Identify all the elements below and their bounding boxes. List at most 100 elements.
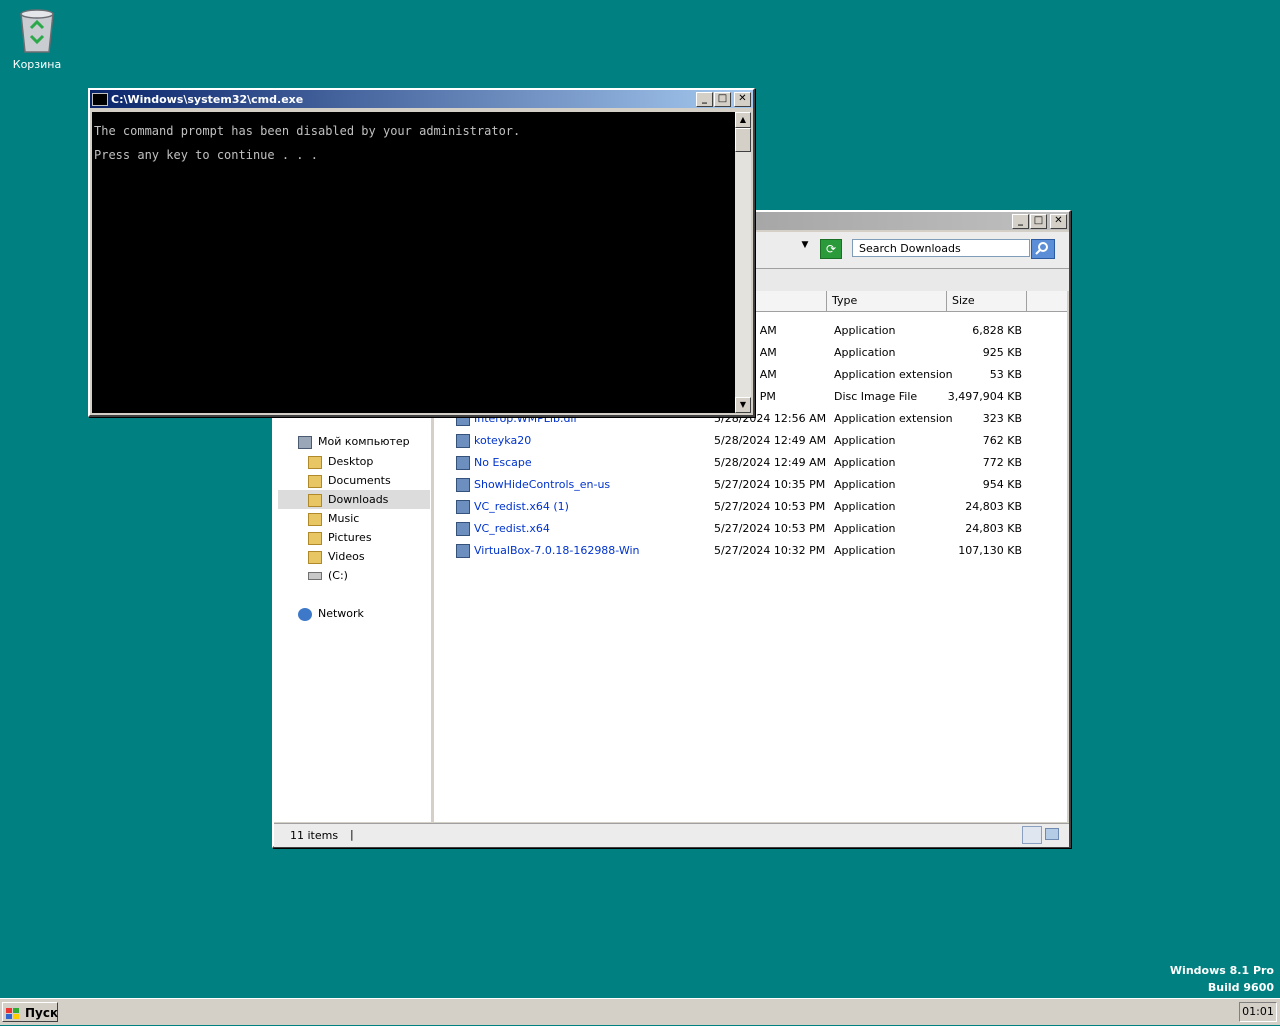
file-name: VC_redist.x64 (1) bbox=[474, 500, 569, 513]
start-button[interactable]: Пуск bbox=[2, 1002, 58, 1022]
cmd-line-1: The command prompt has been disabled by … bbox=[94, 124, 521, 138]
nav-videos[interactable]: Videos bbox=[308, 547, 365, 566]
file-name: No Escape bbox=[474, 456, 532, 469]
file-type: Application extension bbox=[834, 368, 953, 381]
nav-drive-c-label: (C:) bbox=[328, 569, 348, 582]
nav-computer-label: Мой компьютер bbox=[318, 435, 410, 448]
column-size[interactable]: Size bbox=[947, 291, 1027, 311]
file-icon bbox=[456, 434, 470, 448]
status-divider: | bbox=[350, 828, 354, 841]
file-row[interactable]: VC_redist.x64 5/27/2024 10:53 PM Applicati… bbox=[434, 518, 1067, 540]
recycle-bin-icon bbox=[20, 9, 54, 53]
recycle-bin-label: Корзина bbox=[12, 58, 62, 71]
nav-desktop[interactable]: Desktop bbox=[308, 452, 373, 471]
watermark-build: Build 9600 bbox=[1207, 981, 1274, 994]
file-size: 24,803 KB bbox=[965, 500, 1022, 513]
file-size: 6,828 KB bbox=[972, 324, 1022, 337]
file-row[interactable]: VirtualBox-7.0.18-162988-Win 5/27/2024 10… bbox=[434, 540, 1067, 562]
file-size: 925 KB bbox=[982, 346, 1022, 359]
scroll-thumb[interactable] bbox=[735, 128, 751, 152]
cmd-close-button[interactable]: ✕ bbox=[734, 91, 751, 107]
file-name: ShowHideControls_en-us bbox=[474, 478, 611, 491]
search-icon[interactable] bbox=[1031, 239, 1055, 259]
file-date: 5/27/2024 10:32 PM bbox=[714, 544, 826, 557]
file-row[interactable]: VC_redist.x64 (1) 5/27/2024 10:53 PM Appli… bbox=[434, 496, 1067, 518]
file-type: Application bbox=[834, 346, 896, 359]
file-date: 5/27/2024 10:53 PM bbox=[714, 522, 826, 535]
windows-logo-icon bbox=[6, 1006, 20, 1019]
file-date: 5/27/2024 10:35 PM bbox=[714, 478, 826, 491]
folder-icon bbox=[308, 455, 322, 469]
file-type: Application extension bbox=[834, 412, 953, 425]
cmd-app-icon bbox=[92, 92, 108, 106]
file-icon bbox=[456, 522, 470, 536]
nav-network[interactable]: Network bbox=[298, 604, 364, 623]
refresh-button[interactable]: ⟳ bbox=[820, 239, 842, 259]
recycle-bin[interactable]: Корзина bbox=[10, 6, 64, 71]
file-row[interactable]: No Escape 5/28/2024 12:49 AM Application 77… bbox=[434, 452, 1067, 474]
nav-network-label: Network bbox=[318, 607, 364, 620]
folder-icon bbox=[308, 550, 322, 564]
explorer-close-button[interactable]: ✕ bbox=[1050, 213, 1067, 229]
file-size: 762 KB bbox=[982, 434, 1022, 447]
cmd-console[interactable]: The command prompt has been disabled by … bbox=[92, 112, 735, 413]
item-count: 11 items bbox=[290, 829, 339, 842]
drive-icon bbox=[308, 572, 322, 580]
nav-computer[interactable]: Мой компьютер bbox=[298, 432, 410, 451]
folder-icon bbox=[308, 531, 322, 545]
taskbar: Пуск 01:01 bbox=[0, 998, 1280, 1025]
file-type: Application bbox=[834, 434, 896, 447]
computer-icon bbox=[298, 435, 312, 449]
search-input[interactable]: Search Downloads bbox=[852, 239, 1030, 257]
preview-view-icon[interactable] bbox=[1045, 828, 1059, 840]
nav-music[interactable]: Music bbox=[308, 509, 359, 528]
nav-pictures[interactable]: Pictures bbox=[308, 528, 372, 547]
file-type: Application bbox=[834, 456, 896, 469]
scroll-up-icon[interactable]: ▲ bbox=[735, 112, 751, 128]
folder-icon bbox=[308, 493, 322, 507]
taskbar-clock[interactable]: 01:01 bbox=[1239, 1002, 1277, 1022]
nav-documents-label: Documents bbox=[328, 474, 391, 487]
file-name: VC_redist.x64 bbox=[474, 522, 550, 535]
cmd-minimize-button[interactable]: _ bbox=[696, 91, 713, 107]
folder-icon bbox=[308, 512, 322, 526]
nav-downloads-label: Downloads bbox=[328, 493, 389, 506]
file-type: Application bbox=[834, 522, 896, 535]
cmd-maximize-button[interactable]: □ bbox=[714, 91, 731, 107]
file-size: 24,803 KB bbox=[965, 522, 1022, 535]
nav-documents[interactable]: Documents bbox=[308, 471, 391, 490]
nav-videos-label: Videos bbox=[328, 550, 365, 563]
file-size: 53 KB bbox=[989, 368, 1022, 381]
nav-drive-c[interactable]: (C:) bbox=[308, 566, 348, 585]
network-icon bbox=[298, 607, 312, 621]
nav-downloads[interactable]: Downloads bbox=[278, 490, 430, 509]
file-name: VirtualBox-7.0.18-162988-Win bbox=[474, 544, 640, 557]
explorer-maximize-button[interactable]: □ bbox=[1030, 213, 1047, 229]
cmd-window[interactable]: C:\Windows\system32\cmd.exe _ □ ✕ The co… bbox=[88, 88, 755, 417]
cmd-title: C:\Windows\system32\cmd.exe bbox=[111, 92, 304, 106]
file-date: 5/28/2024 12:49 AM bbox=[714, 434, 827, 447]
file-size: 3,497,904 KB bbox=[947, 390, 1022, 403]
file-date: 5/28/2024 12:49 AM bbox=[714, 456, 827, 469]
column-type[interactable]: Type bbox=[827, 291, 947, 311]
file-row[interactable]: koteyka20 5/28/2024 12:49 AM Application 76… bbox=[434, 430, 1067, 452]
file-icon bbox=[456, 478, 470, 492]
address-dropdown-icon[interactable]: ▼ bbox=[799, 240, 811, 252]
file-type: Application bbox=[834, 544, 896, 557]
start-label: Пуск bbox=[25, 1006, 59, 1020]
cmd-titlebar[interactable]: C:\Windows\system32\cmd.exe _ □ ✕ bbox=[90, 90, 753, 108]
scroll-down-icon[interactable]: ▼ bbox=[735, 397, 751, 413]
windows-watermark: Windows 8.1 Pro Build 9600 bbox=[1170, 962, 1274, 996]
file-row[interactable]: ShowHideControls_en-us 5/27/2024 10:35 PM… bbox=[434, 474, 1067, 496]
status-bar: 11 items | bbox=[274, 823, 1069, 847]
cmd-line-2: Press any key to continue . . . bbox=[94, 148, 318, 162]
file-size: 772 KB bbox=[982, 456, 1022, 469]
cmd-scrollbar[interactable]: ▲ ▼ bbox=[735, 112, 751, 413]
details-view-icon[interactable] bbox=[1022, 826, 1042, 844]
folder-icon bbox=[308, 474, 322, 488]
nav-desktop-label: Desktop bbox=[328, 455, 374, 468]
file-type: Application bbox=[834, 478, 896, 491]
file-icon bbox=[456, 500, 470, 514]
explorer-minimize-button[interactable]: _ bbox=[1012, 213, 1029, 229]
file-size: 323 KB bbox=[982, 412, 1022, 425]
